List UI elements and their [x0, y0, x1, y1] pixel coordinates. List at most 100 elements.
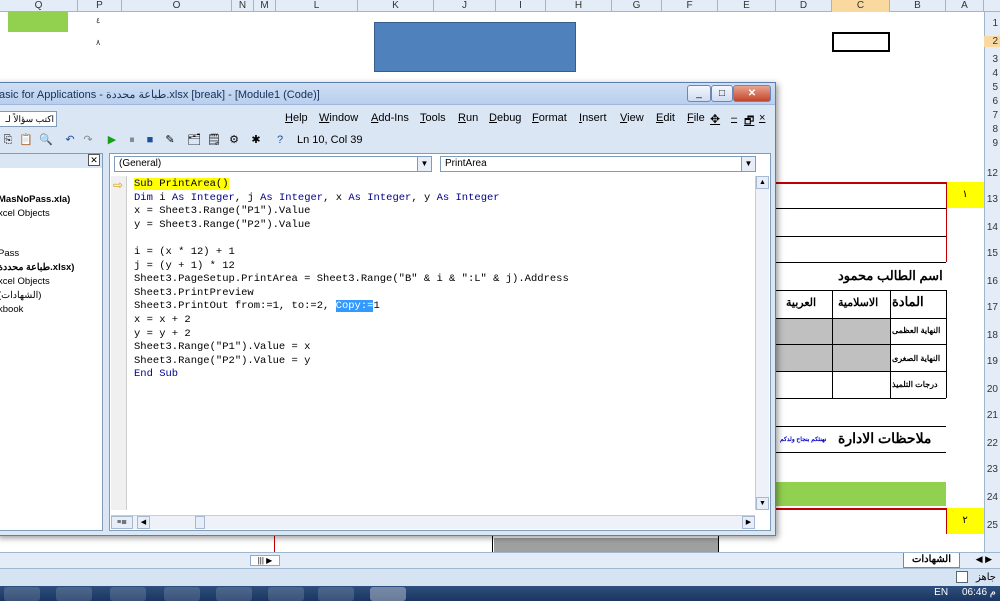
taskbar-winrar-icon[interactable]: [318, 587, 354, 601]
minimize-button[interactable]: _: [687, 85, 711, 102]
help-icon[interactable]: ?: [273, 133, 287, 147]
chevron-down-icon[interactable]: ▼: [741, 157, 755, 171]
menu-window[interactable]: Window: [319, 112, 358, 124]
close-icon[interactable]: ✕: [88, 154, 100, 166]
menu-view[interactable]: View: [620, 112, 644, 124]
taskbar-app-icon[interactable]: [110, 587, 146, 601]
copy-icon[interactable]: ⎘: [1, 133, 15, 147]
row-header[interactable]: 25: [984, 520, 1000, 531]
row-header[interactable]: 17: [984, 302, 1000, 313]
break-icon[interactable]: ⏸: [125, 133, 139, 147]
row-header[interactable]: 14: [984, 222, 1000, 233]
col-header-a[interactable]: A: [946, 0, 984, 12]
taskbar-opera-icon[interactable]: [216, 587, 252, 601]
taskbar-viber-icon[interactable]: [56, 587, 92, 601]
undo-icon[interactable]: ↶: [63, 133, 77, 147]
h-scroll-thumb[interactable]: [195, 516, 205, 529]
menu-format[interactable]: Format: [532, 112, 567, 124]
menu-help[interactable]: Help: [285, 112, 308, 124]
col-header-j[interactable]: J: [434, 0, 496, 12]
macro-record-icon[interactable]: [956, 571, 968, 583]
col-header-e[interactable]: E: [718, 0, 776, 12]
menu-insert[interactable]: Insert: [579, 112, 607, 124]
row-header[interactable]: 16: [984, 276, 1000, 287]
row-header[interactable]: 20: [984, 384, 1000, 395]
col-header-f[interactable]: F: [662, 0, 718, 12]
row-header[interactable]: 13: [984, 194, 1000, 205]
project-node[interactable]: kbook: [0, 304, 23, 315]
col-header-p[interactable]: P: [78, 0, 122, 12]
row-header[interactable]: 6: [984, 96, 1000, 107]
mdi-minimize-button[interactable]: –: [731, 112, 737, 124]
col-header-n[interactable]: N: [232, 0, 254, 12]
col-header-b[interactable]: B: [890, 0, 946, 12]
col-header-q[interactable]: Q: [0, 0, 78, 12]
project-node[interactable]: MasNoPass.xla): [0, 194, 70, 205]
h-scroll-thumb[interactable]: ||| ▶: [250, 555, 280, 566]
row-header[interactable]: 3: [984, 54, 1000, 65]
taskbar-chrome-icon[interactable]: [268, 587, 304, 601]
horizontal-scrollbar[interactable]: ≡≣ ◀ ▶: [111, 515, 755, 529]
row-header[interactable]: 22: [984, 438, 1000, 449]
object-combo[interactable]: (General) ▼: [114, 156, 432, 172]
redo-icon[interactable]: ↷: [81, 133, 95, 147]
vba-titlebar[interactable]: asic for Applications - طباعة محددة.xlsx…: [0, 83, 775, 105]
run-icon[interactable]: ▶: [105, 133, 119, 147]
menu-debug[interactable]: Debug: [489, 112, 521, 124]
menu-tools[interactable]: Tools: [420, 112, 446, 124]
menu-run[interactable]: Run: [458, 112, 478, 124]
row-header[interactable]: 21: [984, 410, 1000, 421]
menu-add-ins[interactable]: Add-Ins: [371, 112, 409, 124]
vba-app-icon[interactable]: ✥: [710, 112, 720, 126]
row-header[interactable]: 1: [984, 18, 1000, 29]
project-node[interactable]: xcel Objects: [0, 276, 50, 287]
scroll-up-icon[interactable]: ▲: [756, 176, 769, 189]
sheet-nav-arrows[interactable]: ◀ ▶: [976, 554, 992, 565]
scroll-down-icon[interactable]: ▼: [756, 497, 769, 510]
taskbar-app-icon[interactable]: [164, 587, 200, 601]
row-header[interactable]: 15: [984, 248, 1000, 259]
taskbar-excel-icon[interactable]: [370, 587, 406, 601]
row-header[interactable]: 4: [984, 68, 1000, 79]
col-header-g[interactable]: G: [612, 0, 662, 12]
col-header-o[interactable]: O: [122, 0, 232, 12]
row-header[interactable]: 18: [984, 330, 1000, 341]
taskbar-folder-icon[interactable]: [4, 587, 40, 601]
sheet-tab-certificates[interactable]: الشهادات: [902, 553, 960, 568]
menu-file[interactable]: File: [687, 112, 705, 124]
scroll-right-icon[interactable]: ▶: [742, 516, 755, 529]
restore-button[interactable]: □: [711, 85, 733, 102]
col-header-m[interactable]: M: [254, 0, 276, 12]
scroll-left-icon[interactable]: ◀: [137, 516, 150, 529]
row-header[interactable]: 5: [984, 82, 1000, 93]
row-header[interactable]: 8: [984, 124, 1000, 135]
col-header-i[interactable]: I: [496, 0, 546, 12]
find-icon[interactable]: 🔍: [39, 133, 53, 147]
col-header-h[interactable]: H: [546, 0, 612, 12]
row-header[interactable]: 12: [984, 168, 1000, 179]
col-header-c[interactable]: C: [832, 0, 890, 12]
chevron-down-icon[interactable]: ▼: [417, 157, 431, 171]
row-header[interactable]: 2: [984, 36, 1000, 47]
project-node[interactable]: طباعة محددة.xlsx): [0, 262, 74, 273]
project-node[interactable]: xcel Objects: [0, 208, 50, 219]
col-header-l[interactable]: L: [276, 0, 358, 12]
object-browser-icon[interactable]: ⚙: [227, 133, 241, 147]
tray-language[interactable]: EN: [934, 587, 948, 598]
blue-shape-button[interactable]: [374, 22, 576, 72]
row-header[interactable]: 24: [984, 492, 1000, 503]
reset-icon[interactable]: ■: [143, 133, 157, 147]
row-header[interactable]: 9: [984, 138, 1000, 149]
design-mode-icon[interactable]: ✎: [163, 133, 177, 147]
toolbox-icon[interactable]: ✱: [249, 133, 263, 147]
close-button[interactable]: ✕: [733, 85, 771, 102]
project-explorer-icon[interactable]: 🗂: [187, 133, 201, 147]
project-node[interactable]: Pass: [0, 248, 19, 259]
project-node[interactable]: (الشهادات): [0, 290, 41, 301]
code-margin[interactable]: ⇨: [111, 176, 127, 510]
row-header[interactable]: 7: [984, 110, 1000, 121]
view-toggle-icon[interactable]: ≡≣: [111, 516, 133, 529]
row-header[interactable]: 23: [984, 464, 1000, 475]
vertical-scrollbar[interactable]: ▲ ▼: [755, 176, 769, 510]
mdi-restore-button[interactable]: 🗗: [744, 112, 754, 131]
